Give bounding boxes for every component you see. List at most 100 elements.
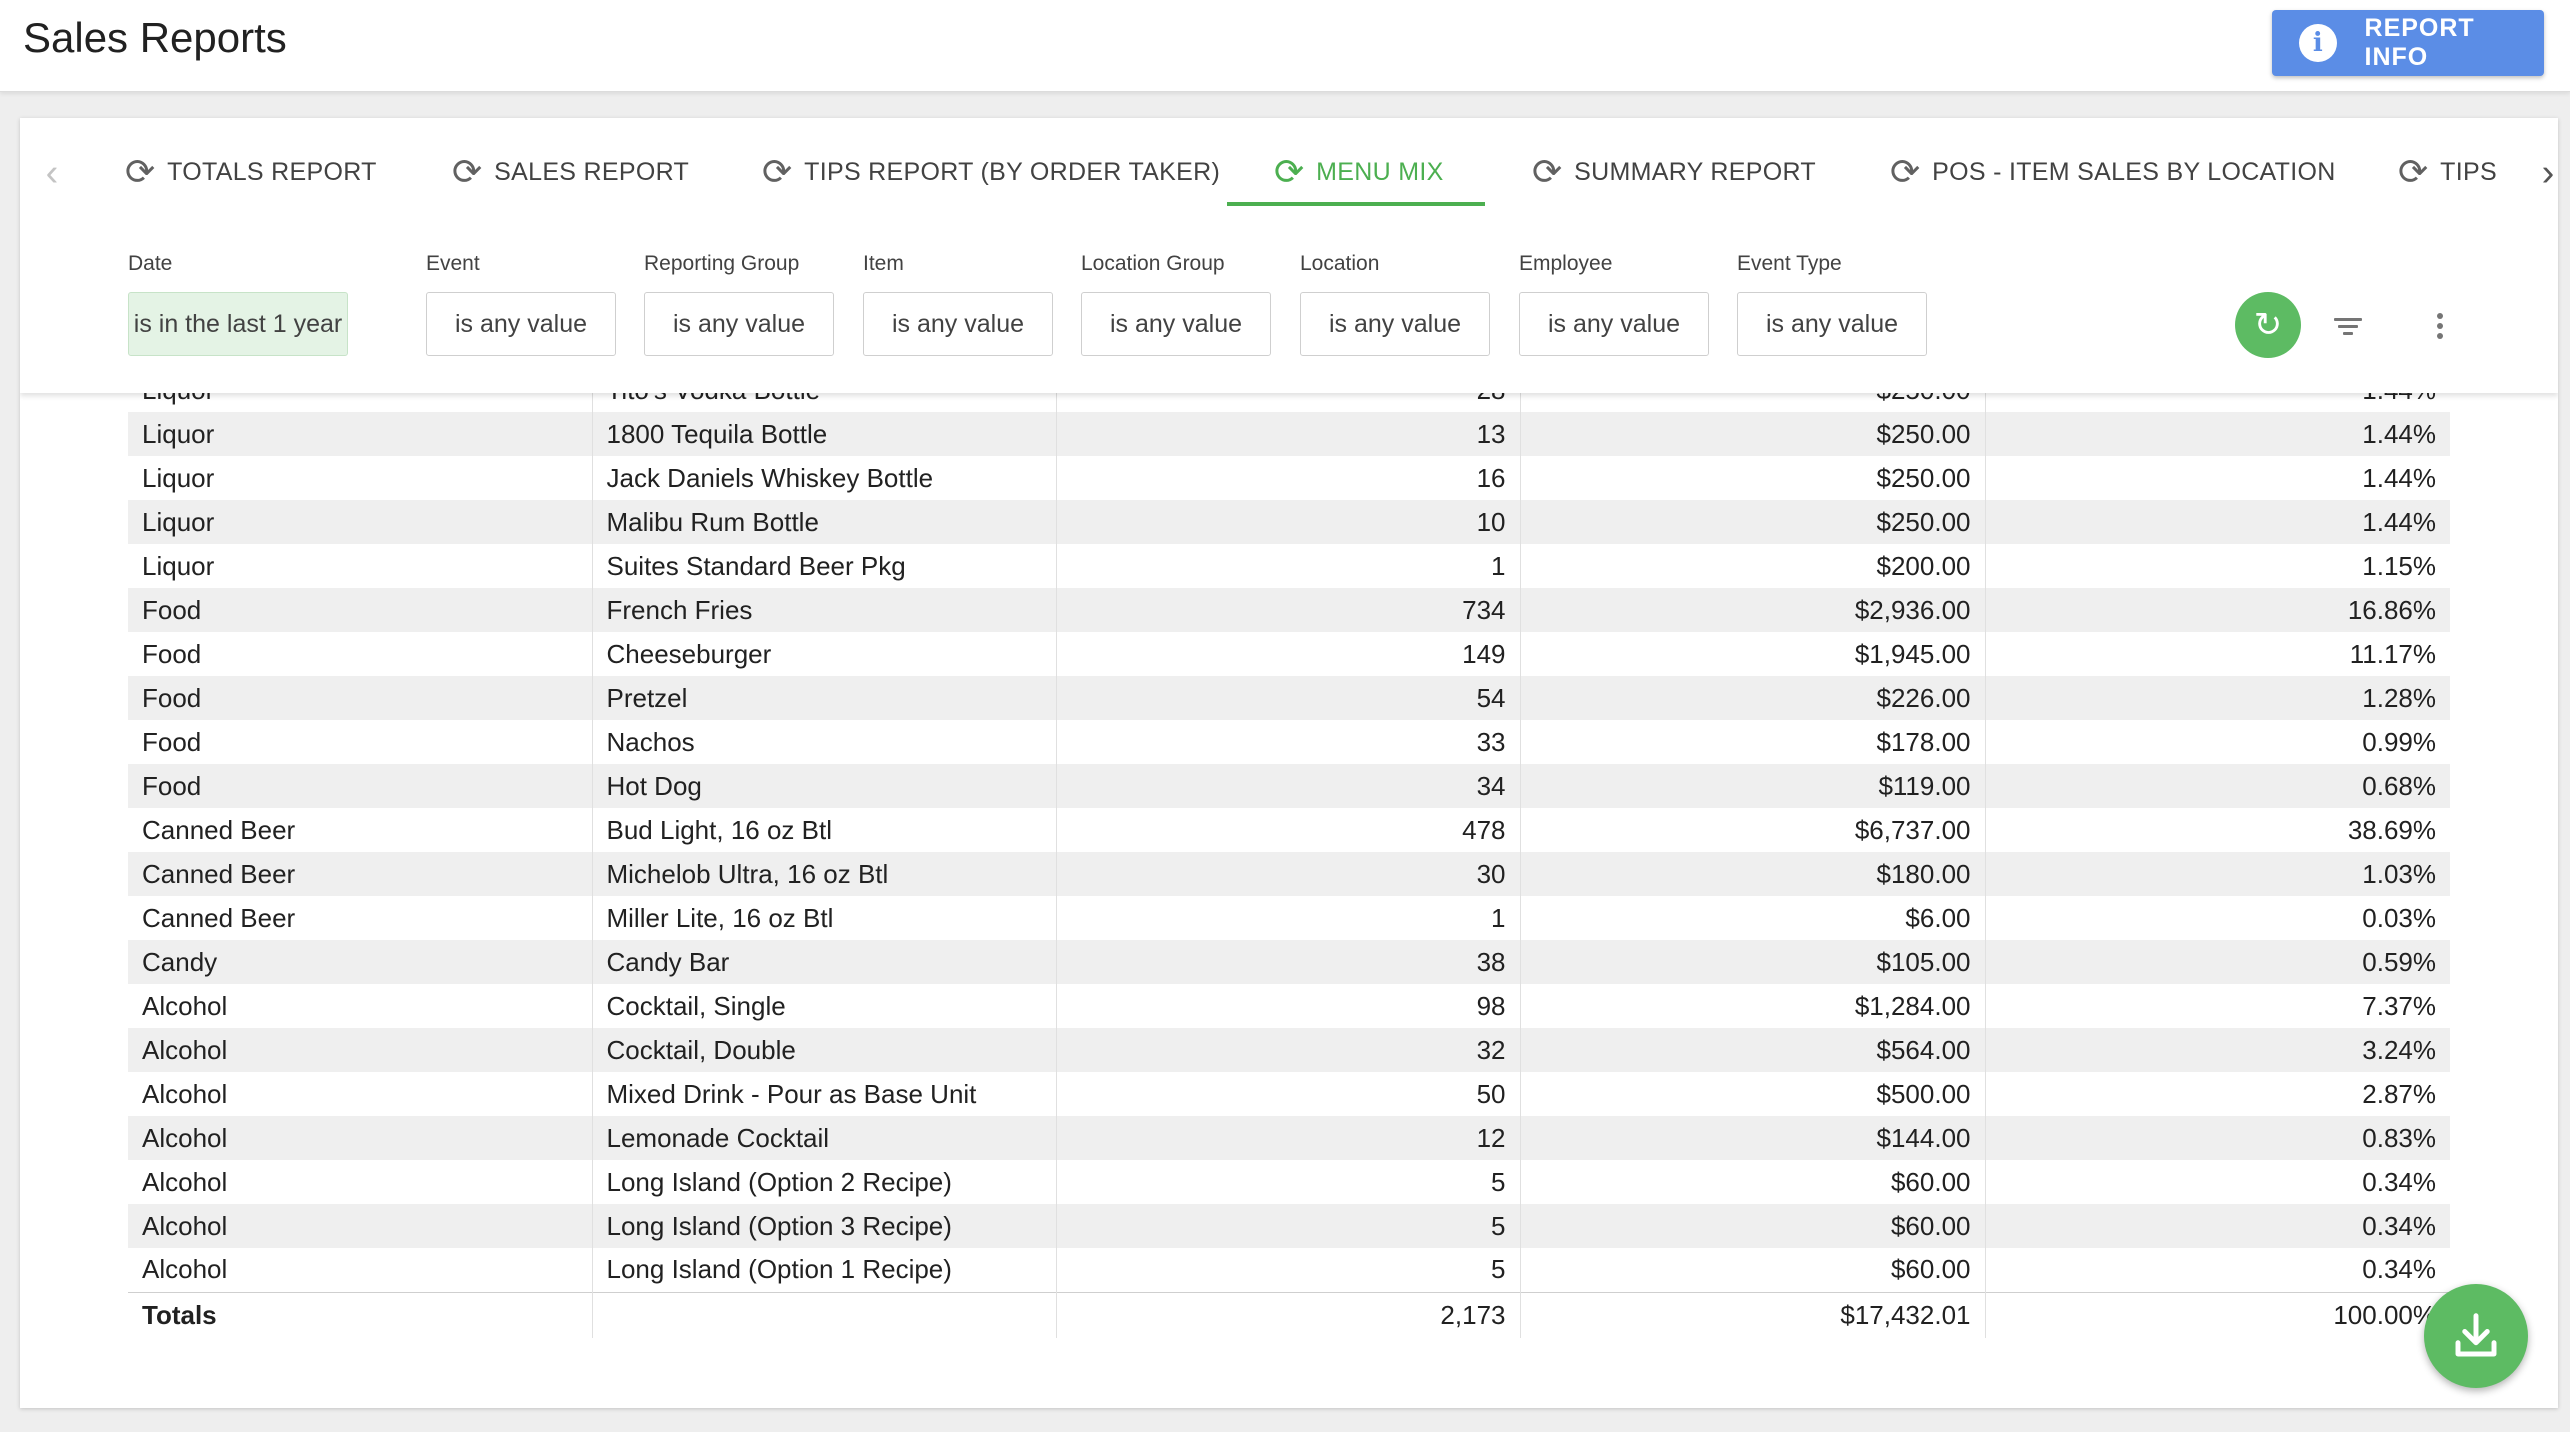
cell-item: Michelob Ultra, 16 oz Btl [592,852,1057,896]
download-icon [2455,1313,2497,1357]
filter-employee[interactable]: is any value [1519,292,1709,356]
filter-event-type[interactable]: is any value [1737,292,1927,356]
cell-reporting-group: Candy [128,940,593,984]
cell-percent: 1.28% [1985,676,2450,720]
tab-sales-report[interactable]: ⟳ SALES REPORT [452,138,689,206]
refresh-button[interactable]: ↻ [2235,292,2301,358]
cell-quantity: 5 [1056,1160,1521,1204]
tab-label: SALES REPORT [494,157,690,186]
cell-reporting-group: Liquor [128,544,593,588]
cell-percent: 2.87% [1985,1072,2450,1116]
tabs-scroll-right-icon[interactable]: › [2528,148,2558,198]
table-row: Food Cheeseburger 149 $1,945.00 11.17% [128,632,2450,676]
cell-percent: 0.99% [1985,720,2450,764]
cell-quantity: 33 [1056,720,1521,764]
table-row: Alcohol Mixed Drink - Pour as Base Unit 50… [128,1072,2450,1116]
cell-item: Hot Dog [592,764,1057,808]
table-row: Liquor Malibu Rum Bottle 10 $250.00 1.44% [128,500,2450,544]
totals-label: Totals [128,1291,593,1338]
cell-amount: $500.00 [1520,1072,1986,1116]
cell-reporting-group: Alcohol [128,1072,593,1116]
table-row: Alcohol Long Island (Option 3 Recipe) 5 $60… [128,1204,2450,1248]
refresh-icon: ⟳ [125,151,156,192]
cell-amount: $6,737.00 [1520,808,1986,852]
refresh-icon: ⟳ [1274,151,1305,192]
tab-menu-mix[interactable]: ⟳ MENU MIX [1274,138,1444,206]
cell-quantity: 34 [1056,764,1521,808]
cell-item: Long Island (Option 3 Recipe) [592,1204,1057,1248]
tab-label: MENU MIX [1316,157,1444,186]
cell-percent: 0.83% [1985,1116,2450,1160]
refresh-icon: ⟳ [452,151,483,192]
filter-item[interactable]: is any value [863,292,1053,356]
cell-item: Jack Daniels Whiskey Bottle [592,456,1057,500]
filter-list-icon[interactable] [2326,304,2370,348]
cell-quantity: 149 [1056,632,1521,676]
filter-label-date: Date [128,252,173,275]
cell-percent: 1.15% [1985,544,2450,588]
cell-item: Lemonade Cocktail [592,1116,1057,1160]
cell-quantity: 50 [1056,1072,1521,1116]
tab-tips-report-by-order-taker[interactable]: ⟳ TIPS REPORT (BY ORDER TAKER) [762,138,1220,206]
table-row: Canned Beer Bud Light, 16 oz Btl 478 $6,737… [128,808,2450,852]
cell-quantity: 32 [1056,1028,1521,1072]
cell-quantity: 10 [1056,500,1521,544]
cell-reporting-group: Alcohol [128,1248,593,1292]
cell-quantity: 5 [1056,1204,1521,1248]
totals-percent: 100.00% [1985,1291,2450,1338]
cell-item: Cocktail, Single [592,984,1057,1028]
tab-summary-report[interactable]: ⟳ SUMMARY REPORT [1532,138,1816,206]
table-row: Alcohol Long Island (Option 1 Recipe) 5 $60… [128,1248,2450,1292]
cell-quantity: 30 [1056,852,1521,896]
more-vert-icon[interactable] [2418,304,2462,348]
cell-item: Nachos [592,720,1057,764]
report-info-button[interactable]: i REPORT INFO [2272,10,2544,76]
cell-amount: $60.00 [1520,1204,1986,1248]
cell-reporting-group: Food [128,588,593,632]
table-row: Canned Beer Michelob Ultra, 16 oz Btl 30 $1… [128,852,2450,896]
tab-label: POS - ITEM SALES BY LOCATION [1932,157,2336,186]
filter-label-location-group: Location Group [1081,252,1225,275]
cell-amount: $180.00 [1520,852,1986,896]
filter-reporting-group[interactable]: is any value [644,292,834,356]
cell-reporting-group: Alcohol [128,1204,593,1248]
tab-totals-report[interactable]: ⟳ TOTALS REPORT [125,138,377,206]
cell-item: Cheeseburger [592,632,1057,676]
cell-quantity: 98 [1056,984,1521,1028]
table-row: Liquor Suites Standard Beer Pkg 1 $200.00 1.… [128,544,2450,588]
filter-location[interactable]: is any value [1300,292,1490,356]
cell-item: Suites Standard Beer Pkg [592,544,1057,588]
table-row: Food Hot Dog 34 $119.00 0.68% [128,764,2450,808]
filter-label-location: Location [1300,252,1380,275]
cell-amount: $226.00 [1520,676,1986,720]
cell-amount: $105.00 [1520,940,1986,984]
cell-item: Long Island (Option 2 Recipe) [592,1160,1057,1204]
table-row: Alcohol Cocktail, Double 32 $564.00 3.24% [128,1028,2450,1072]
cell-reporting-group: Canned Beer [128,852,593,896]
cell-percent: 7.37% [1985,984,2450,1028]
cell-quantity: 478 [1056,808,1521,852]
filter-event[interactable]: is any value [426,292,616,356]
cell-reporting-group: Alcohol [128,984,593,1028]
cell-reporting-group: Alcohol [128,1116,593,1160]
refresh-icon: ⟳ [762,151,793,192]
cell-amount: $250.00 [1520,456,1986,500]
tabs-scroll-left-icon[interactable]: ‹ [32,148,72,198]
info-icon: i [2299,24,2337,62]
tab-pos-item-sales-by-location[interactable]: ⟳ POS - ITEM SALES BY LOCATION [1890,138,2336,206]
cell-reporting-group: Food [128,676,593,720]
table-row: Alcohol Long Island (Option 2 Recipe) 5 $60… [128,1160,2450,1204]
cell-reporting-group: Canned Beer [128,808,593,852]
tab-label: TOTALS REPORT [167,157,377,186]
totals-empty [592,1291,1057,1338]
cell-quantity: 38 [1056,940,1521,984]
download-button[interactable] [2424,1284,2528,1388]
filter-location-group[interactable]: is any value [1081,292,1271,356]
filter-date[interactable]: is in the last 1 year [128,292,348,356]
cell-amount: $60.00 [1520,1248,1986,1292]
tab-tips[interactable]: ⟳ TIPS [2398,138,2497,206]
cell-reporting-group: Food [128,632,593,676]
filter-label-event-type: Event Type [1737,252,1842,275]
page-title: Sales Reports [23,14,287,61]
cell-item: Malibu Rum Bottle [592,500,1057,544]
